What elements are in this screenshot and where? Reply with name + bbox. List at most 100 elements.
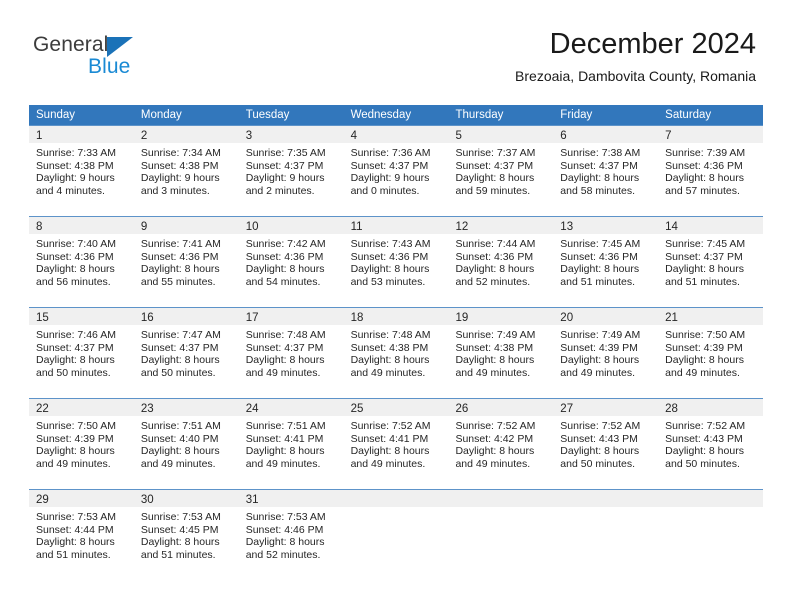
day-cell[interactable]: 24 Sunrise: 7:51 AM Sunset: 4:41 PM Dayl… (238, 399, 344, 489)
weekday-sunday: Sunday (36, 109, 76, 121)
day-cell[interactable]: 9 Sunrise: 7:41 AM Sunset: 4:36 PM Dayli… (133, 217, 239, 307)
day-number: 9 (140, 221, 148, 233)
weekday-wednesday: Wednesday (350, 109, 412, 121)
day-number-band: 14 (658, 217, 764, 234)
day-number: 11 (350, 221, 363, 233)
daylight-text-line1: Daylight: 8 hours (665, 445, 744, 458)
sunrise-text: Sunrise: 7:46 AM (36, 329, 116, 341)
day-cell[interactable]: 10 Sunrise: 7:42 AM Sunset: 4:36 PM Dayl… (238, 217, 344, 307)
day-cell[interactable]: 13 Sunrise: 7:45 AM Sunset: 4:36 PM Dayl… (553, 217, 659, 307)
generalblue-logo[interactable]: General Blue (33, 33, 223, 83)
day-number-band: 17 (238, 308, 344, 325)
day-number-band: 15 (29, 308, 134, 325)
daylight-text-line1: Daylight: 8 hours (455, 172, 535, 185)
day-details: Sunrise: 7:43 AM Sunset: 4:36 PM Dayligh… (344, 234, 449, 288)
day-cell[interactable]: 18 Sunrise: 7:48 AM Sunset: 4:38 PM Dayl… (343, 308, 449, 398)
day-number-band: 7 (658, 126, 764, 143)
day-cell[interactable]: 12 Sunrise: 7:44 AM Sunset: 4:36 PM Dayl… (448, 217, 554, 307)
day-number-band (448, 490, 554, 507)
day-details: Sunrise: 7:52 AM Sunset: 4:42 PM Dayligh… (448, 416, 553, 470)
day-cell[interactable]: 7 Sunrise: 7:39 AM Sunset: 4:36 PM Dayli… (658, 126, 764, 216)
sunset-text: Sunset: 4:37 PM (245, 341, 324, 354)
day-cell[interactable]: 2 Sunrise: 7:34 AM Sunset: 4:38 PM Dayli… (133, 126, 239, 216)
sunrise-text: Sunrise: 7:52 AM (350, 420, 431, 432)
sunset-text: Sunset: 4:45 PM (140, 523, 219, 536)
weekday-monday: Monday (140, 109, 182, 121)
sunrise-text: Sunrise: 7:33 AM (36, 147, 116, 159)
weekday-friday: Friday (560, 109, 593, 121)
daylight-text-line1: Daylight: 8 hours (665, 354, 744, 367)
day-details: Sunrise: 7:44 AM Sunset: 4:36 PM Dayligh… (448, 234, 553, 288)
sunrise-text: Sunrise: 7:40 AM (36, 238, 116, 250)
day-cell[interactable]: 6 Sunrise: 7:38 AM Sunset: 4:37 PM Dayli… (553, 126, 659, 216)
sunset-text: Sunset: 4:39 PM (665, 341, 743, 354)
daylight-text-line2: and 49 minutes. (245, 457, 321, 470)
sunset-text: Sunset: 4:43 PM (665, 432, 743, 445)
day-number-band: 19 (448, 308, 554, 325)
day-number-band: 1 (29, 126, 134, 143)
day-cell[interactable]: 20 Sunrise: 7:49 AM Sunset: 4:39 PM Dayl… (553, 308, 659, 398)
day-number: 31 (245, 494, 259, 506)
day-cell[interactable]: 16 Sunrise: 7:47 AM Sunset: 4:37 PM Dayl… (133, 308, 239, 398)
sunrise-text: Sunrise: 7:49 AM (455, 329, 536, 341)
day-number (658, 494, 665, 506)
daylight-text-line1: Daylight: 8 hours (140, 445, 220, 458)
sunset-text: Sunset: 4:36 PM (455, 250, 534, 263)
day-details: Sunrise: 7:53 AM Sunset: 4:44 PM Dayligh… (29, 507, 134, 561)
sunrise-text: Sunrise: 7:52 AM (665, 420, 746, 432)
day-cell[interactable]: 8 Sunrise: 7:40 AM Sunset: 4:36 PM Dayli… (29, 217, 134, 307)
day-cell[interactable]: 17 Sunrise: 7:48 AM Sunset: 4:37 PM Dayl… (238, 308, 344, 398)
daylight-text-line2: and 50 minutes. (560, 457, 636, 470)
day-cell[interactable]: 30 Sunrise: 7:53 AM Sunset: 4:45 PM Dayl… (133, 490, 239, 580)
day-number: 6 (560, 130, 567, 142)
day-cell[interactable]: 29 Sunrise: 7:53 AM Sunset: 4:44 PM Dayl… (29, 490, 134, 580)
daylight-text-line1: Daylight: 8 hours (140, 263, 220, 276)
day-number-band: 8 (29, 217, 134, 234)
sunset-text: Sunset: 4:37 PM (245, 159, 324, 172)
day-cell[interactable]: 26 Sunrise: 7:52 AM Sunset: 4:42 PM Dayl… (448, 399, 554, 489)
day-cell[interactable]: 3 Sunrise: 7:35 AM Sunset: 4:37 PM Dayli… (238, 126, 344, 216)
daylight-text-line2: and 55 minutes. (140, 275, 216, 288)
day-cell[interactable]: 28 Sunrise: 7:52 AM Sunset: 4:43 PM Dayl… (658, 399, 764, 489)
sunrise-text: Sunrise: 7:39 AM (665, 147, 746, 159)
day-number-band: 27 (553, 399, 659, 416)
sunrise-text: Sunrise: 7:53 AM (36, 511, 116, 523)
day-cell[interactable]: 31 Sunrise: 7:53 AM Sunset: 4:46 PM Dayl… (238, 490, 344, 580)
day-details: Sunrise: 7:47 AM Sunset: 4:37 PM Dayligh… (134, 325, 239, 379)
sunset-text: Sunset: 4:36 PM (36, 250, 114, 263)
day-cell[interactable]: 14 Sunrise: 7:45 AM Sunset: 4:37 PM Dayl… (658, 217, 764, 307)
daylight-text-line1: Daylight: 8 hours (140, 354, 220, 367)
sunrise-text: Sunrise: 7:38 AM (560, 147, 641, 159)
day-cell[interactable]: 11 Sunrise: 7:43 AM Sunset: 4:36 PM Dayl… (343, 217, 449, 307)
day-cell[interactable]: 23 Sunrise: 7:51 AM Sunset: 4:40 PM Dayl… (133, 399, 239, 489)
day-cell[interactable]: 25 Sunrise: 7:52 AM Sunset: 4:41 PM Dayl… (343, 399, 449, 489)
day-cell[interactable]: 19 Sunrise: 7:49 AM Sunset: 4:38 PM Dayl… (448, 308, 554, 398)
day-cell[interactable]: 5 Sunrise: 7:37 AM Sunset: 4:37 PM Dayli… (448, 126, 554, 216)
daylight-text-line2: and 49 minutes. (455, 457, 531, 470)
day-number: 15 (36, 312, 49, 324)
day-cell[interactable]: 22 Sunrise: 7:50 AM Sunset: 4:39 PM Dayl… (29, 399, 134, 489)
day-cell[interactable]: 1 Sunrise: 7:33 AM Sunset: 4:38 PM Dayli… (29, 126, 134, 216)
page-subtitle: Brezoaia, Dambovita County, Romania (515, 68, 756, 84)
day-number: 1 (36, 130, 43, 142)
sunset-text: Sunset: 4:39 PM (36, 432, 114, 445)
sunset-text: Sunset: 4:37 PM (665, 250, 743, 263)
daylight-text-line2: and 4 minutes. (36, 184, 105, 197)
sunset-text: Sunset: 4:37 PM (350, 159, 429, 172)
sunset-text: Sunset: 4:41 PM (350, 432, 429, 445)
day-cell[interactable]: 27 Sunrise: 7:52 AM Sunset: 4:43 PM Dayl… (553, 399, 659, 489)
day-details: Sunrise: 7:50 AM Sunset: 4:39 PM Dayligh… (658, 325, 763, 379)
sunset-text: Sunset: 4:36 PM (350, 250, 429, 263)
day-number: 3 (245, 130, 253, 142)
daylight-text-line2: and 50 minutes. (36, 366, 111, 379)
day-number: 26 (455, 403, 469, 415)
weekday-thursday: Thursday (455, 109, 504, 121)
day-cell[interactable]: 4 Sunrise: 7:36 AM Sunset: 4:37 PM Dayli… (343, 126, 449, 216)
page-header: General Blue December 2024 Brezoaia, Dam… (0, 0, 792, 100)
weekday-tuesday: Tuesday (245, 109, 290, 121)
day-cell[interactable]: 15 Sunrise: 7:46 AM Sunset: 4:37 PM Dayl… (29, 308, 134, 398)
calendar-page: General Blue December 2024 Brezoaia, Dam… (0, 0, 792, 612)
sunset-text: Sunset: 4:37 PM (560, 159, 638, 172)
day-number: 24 (245, 403, 259, 415)
day-cell[interactable]: 21 Sunrise: 7:50 AM Sunset: 4:39 PM Dayl… (658, 308, 764, 398)
